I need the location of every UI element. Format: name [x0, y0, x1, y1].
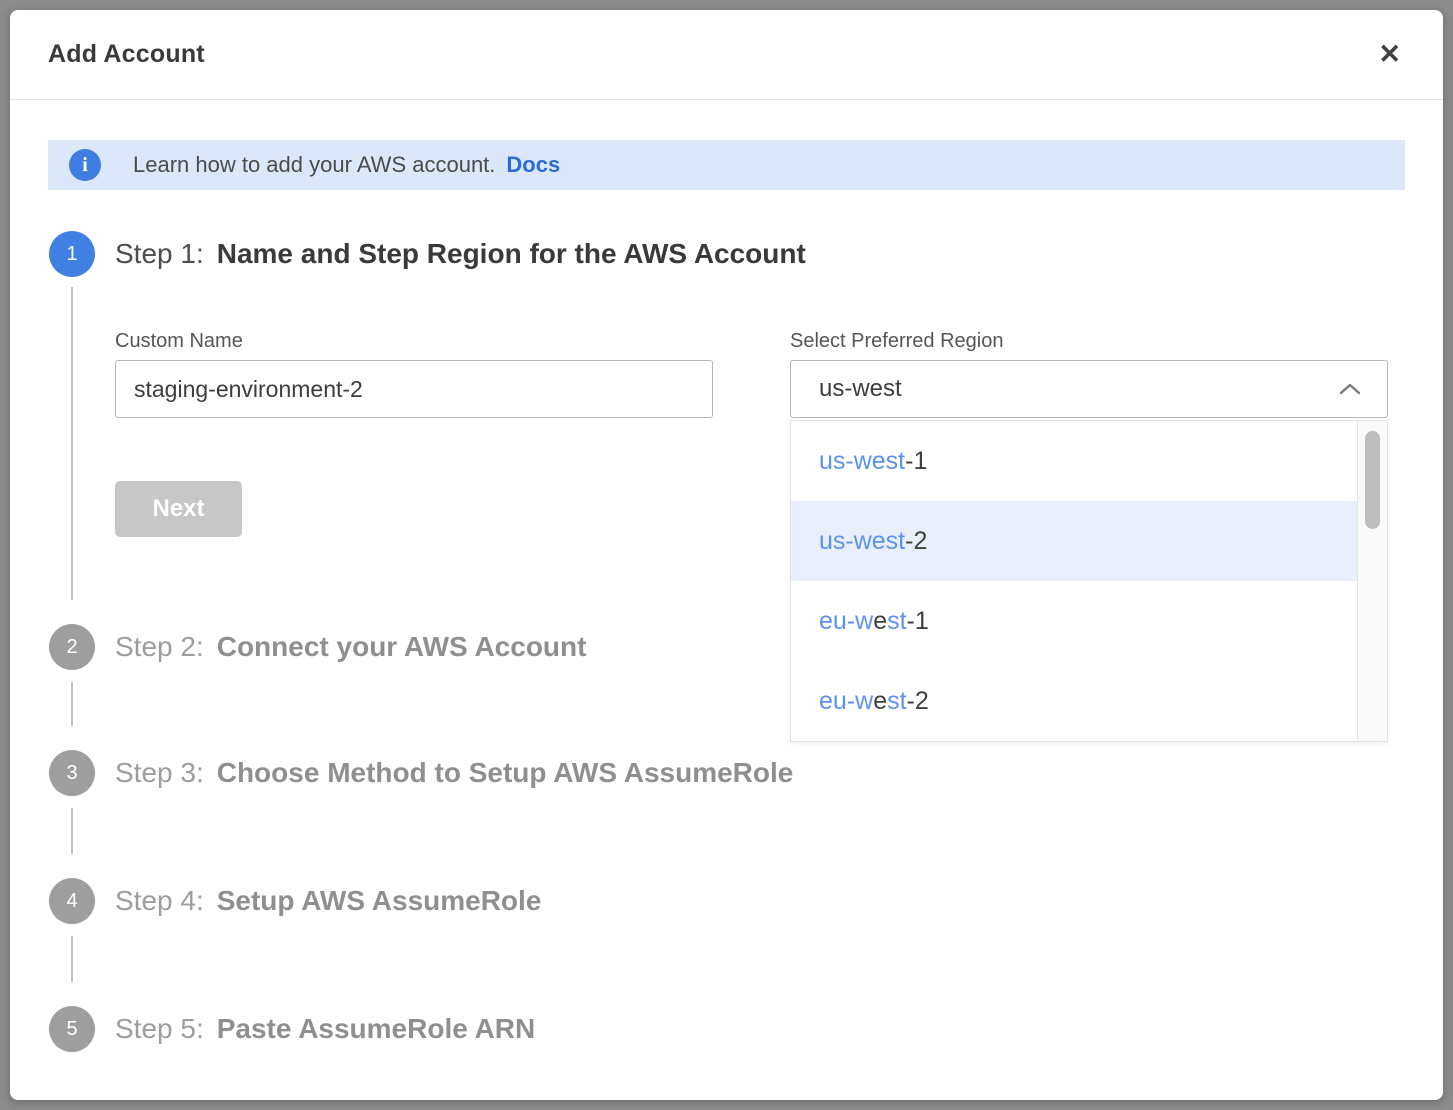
banner-text: Learn how to add your AWS account. [133, 152, 495, 178]
add-account-modal: Add Account ✕ i Learn how to add your AW… [10, 10, 1443, 1100]
step-2-header: 2 Step 2: Connect your AWS Account [49, 624, 586, 670]
step-4-title: Setup AWS AssumeRole [217, 885, 542, 917]
region-option-us-west-1[interactable]: us-west-1 [791, 421, 1357, 501]
close-icon[interactable]: ✕ [1374, 37, 1405, 72]
modal-title: Add Account [48, 40, 205, 69]
info-icon: i [69, 149, 101, 181]
region-option-eu-west-1[interactable]: eu-west-1 [791, 581, 1357, 661]
modal-header: Add Account ✕ [10, 10, 1443, 100]
region-label: Select Preferred Region [790, 330, 1003, 353]
step-connector [71, 808, 73, 854]
step-2-badge: 2 [49, 624, 95, 670]
step-2-title: Connect your AWS Account [217, 631, 587, 663]
next-button[interactable]: Next [115, 481, 242, 537]
dropdown-scrollbar-thumb[interactable] [1365, 431, 1380, 529]
step-4-prefix: Step 4: [115, 885, 204, 917]
step-3-badge: 3 [49, 750, 95, 796]
step-3-title: Choose Method to Setup AWS AssumeRole [217, 757, 794, 789]
dropdown-scrollbar-track [1357, 421, 1387, 741]
step-5-badge: 5 [49, 1006, 95, 1052]
step-4-header: 4 Step 4: Setup AWS AssumeRole [49, 878, 541, 924]
step-1-header: 1 Step 1: Name and Step Region for the A… [49, 231, 806, 277]
region-dropdown-list: us-west-1 us-west-2 eu-west-1 eu-west-2 [791, 421, 1357, 741]
step-connector [71, 936, 73, 982]
custom-name-input[interactable] [115, 360, 713, 418]
step-5-prefix: Step 5: [115, 1013, 204, 1045]
step-5-header: 5 Step 5: Paste AssumeRole ARN [49, 1006, 535, 1052]
custom-name-label: Custom Name [115, 330, 243, 353]
region-select-value: us-west [819, 375, 902, 403]
step-1-prefix: Step 1: [115, 238, 204, 270]
step-2-prefix: Step 2: [115, 631, 204, 663]
step-3-prefix: Step 3: [115, 757, 204, 789]
step-3-header: 3 Step 3: Choose Method to Setup AWS Ass… [49, 750, 793, 796]
step-4-badge: 4 [49, 878, 95, 924]
info-banner: i Learn how to add your AWS account. Doc… [48, 140, 1405, 190]
step-5-title: Paste AssumeRole ARN [217, 1013, 535, 1045]
chevron-up-icon [1337, 380, 1363, 398]
region-option-eu-west-2[interactable]: eu-west-2 [791, 661, 1357, 741]
region-dropdown-panel: us-west-1 us-west-2 eu-west-1 eu-west-2 [790, 420, 1388, 742]
step-1-badge: 1 [49, 231, 95, 277]
docs-link[interactable]: Docs [506, 152, 560, 178]
step-connector [71, 287, 73, 600]
step-connector [71, 682, 73, 726]
region-select[interactable]: us-west [790, 360, 1388, 418]
region-option-us-west-2[interactable]: us-west-2 [791, 501, 1357, 581]
step-1-title: Name and Step Region for the AWS Account [217, 238, 806, 270]
